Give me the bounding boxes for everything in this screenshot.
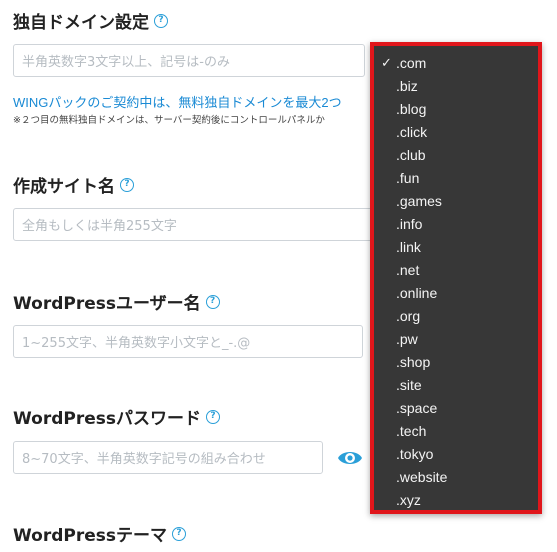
tld-option[interactable]: .com [396,55,426,71]
help-icon[interactable]: ? [172,526,186,541]
wp-password-input[interactable]: 8~70文字、半角英数字記号の組み合わせ [13,441,323,474]
site-name-input[interactable]: 全角もしくは半角255文字 [13,208,373,241]
wp-user-title: WordPressユーザー名 ? [13,289,220,314]
tld-dropdown-menu[interactable]: ✓ .com .biz .blog .click .club .fun .games .inf… [370,42,542,514]
wp-password-title: WordPressパスワード ? [13,404,220,429]
tld-option[interactable]: .tokyo [396,446,433,462]
tld-option[interactable]: .link [396,239,421,255]
wp-password-title-text: WordPressパスワード [13,409,201,429]
free-domain-note: ※２つ目の無料独自ドメインは、サーバー契約後にコントロールパネルか [13,115,325,126]
free-domain-link[interactable]: WINGパックのご契約中は、無料独自ドメインを最大2つ [13,92,342,111]
wp-user-title-text: WordPressユーザー名 [13,294,201,314]
domain-input-placeholder: 半角英数字3文字以上、記号は-のみ [22,55,230,70]
tld-option[interactable]: .xyz [396,492,421,508]
tld-option[interactable]: .org [396,308,420,324]
help-icon[interactable]: ? [120,177,134,192]
wp-user-input[interactable]: 1~255文字、半角英数字小文字と_-.@ [13,325,363,358]
tld-option[interactable]: .site [396,377,422,393]
site-name-title: 作成サイト名 ? [13,172,134,197]
tld-option[interactable]: .club [396,147,426,163]
tld-option[interactable]: .shop [396,354,430,370]
help-icon[interactable]: ? [205,294,220,309]
tld-option[interactable]: .biz [396,78,418,94]
wp-theme-title: WordPressテーマ ? [13,521,186,546]
tld-option[interactable]: .games [396,193,442,209]
tld-option[interactable]: .fun [396,170,419,186]
domain-input[interactable]: 半角英数字3文字以上、記号は-のみ [13,44,365,77]
domain-section-title-text: 独自ドメイン設定 [13,13,149,33]
help-icon[interactable]: ? [154,13,168,28]
show-password-eye-icon[interactable] [336,444,364,472]
tld-option[interactable]: .info [396,216,422,232]
site-name-placeholder: 全角もしくは半角255文字 [22,219,177,234]
tld-option[interactable]: .space [396,400,437,416]
tld-option[interactable]: .website [396,469,447,485]
site-name-title-text: 作成サイト名 [13,177,115,197]
tld-option[interactable]: .net [396,262,419,278]
wp-user-placeholder: 1~255文字、半角英数字小文字と_-.@ [22,336,251,351]
help-icon[interactable]: ? [206,409,220,424]
tld-option[interactable]: .blog [396,101,426,117]
tld-option[interactable]: .online [396,285,437,301]
tld-option[interactable]: .click [396,124,427,140]
checkmark-icon: ✓ [381,56,392,71]
tld-option[interactable]: .pw [396,331,418,347]
domain-section-title: 独自ドメイン設定 ? [13,8,168,33]
wp-theme-title-text: WordPressテーマ [13,526,167,546]
wp-password-placeholder: 8~70文字、半角英数字記号の組み合わせ [22,452,266,467]
tld-option[interactable]: .tech [396,423,426,439]
